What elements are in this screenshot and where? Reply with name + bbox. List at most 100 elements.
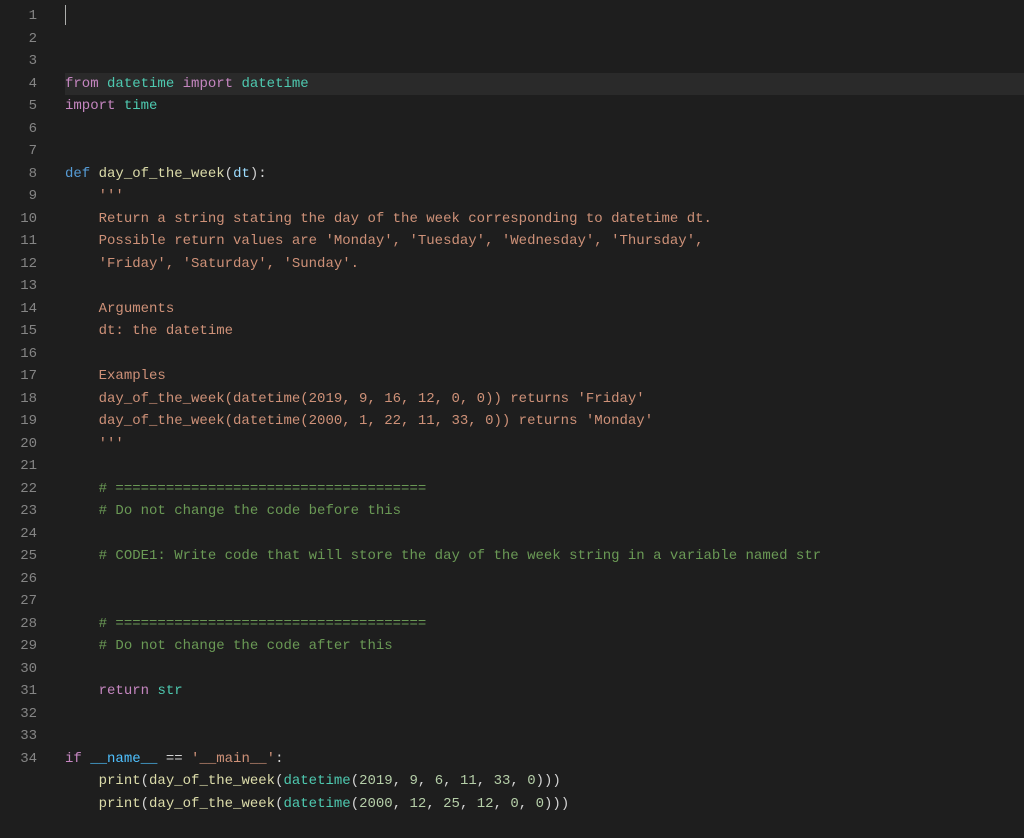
token-str: Possible return values are 'Monday', 'Tu… [99,233,704,249]
code-line[interactable] [65,590,1024,613]
code-line[interactable]: dt: the datetime [65,320,1024,343]
code-area[interactable]: from datetime import datetimeimport time… [55,0,1024,803]
token-punct: , [443,773,460,789]
scroll-thumb[interactable] [1010,0,1024,803]
code-line[interactable]: Possible return values are 'Monday', 'Tu… [65,230,1024,253]
line-number: 12 [0,253,37,276]
token-builtin: datetime [283,773,350,789]
line-number: 21 [0,455,37,478]
code-line[interactable]: Examples [65,365,1024,388]
code-line[interactable]: # CODE1: Write code that will store the … [65,545,1024,568]
token-punct: , [393,796,410,812]
token-op [65,436,99,452]
token-cmt: # CODE1: Write code that will store the … [99,548,822,564]
token-num: 2019 [359,773,393,789]
token-str: day_of_the_week(datetime(2000, 1, 22, 11… [99,413,654,429]
token-op [65,256,99,272]
token-num: 6 [435,773,443,789]
token-num: 12 [477,796,494,812]
token-num: 25 [443,796,460,812]
code-line[interactable]: # ===================================== [65,478,1024,501]
code-line[interactable] [65,140,1024,163]
token-punct: ( [351,796,359,812]
code-line[interactable]: ''' [65,433,1024,456]
token-op [65,391,99,407]
code-line[interactable] [65,275,1024,298]
code-line[interactable] [65,658,1024,681]
code-line[interactable]: import time [65,95,1024,118]
code-line[interactable] [65,118,1024,141]
code-line[interactable]: # Do not change the code after this [65,635,1024,658]
code-line[interactable]: return str [65,680,1024,703]
code-line[interactable]: if __name__ == '__main__': [65,748,1024,771]
token-str: Examples [99,368,166,384]
code-line[interactable]: ''' [65,185,1024,208]
token-op [65,368,99,384]
vertical-scrollbar[interactable] [1010,0,1024,803]
token-num: 2000 [359,796,393,812]
code-line[interactable] [65,568,1024,591]
line-number: 10 [0,208,37,231]
line-number: 14 [0,298,37,321]
code-line[interactable] [65,725,1024,748]
code-line[interactable]: print(day_of_the_week(datetime(2000, 12,… [65,793,1024,816]
code-line[interactable]: day_of_the_week(datetime(2019, 9, 16, 12… [65,388,1024,411]
token-punct: , [426,796,443,812]
code-line[interactable] [65,523,1024,546]
token-punct: : [275,751,283,767]
token-str: day_of_the_week(datetime(2019, 9, 16, 12… [99,391,645,407]
token-op [65,616,99,632]
token-num: 33 [494,773,511,789]
line-number: 26 [0,568,37,591]
token-cmt: # Do not change the code after this [99,638,393,654]
line-number: 22 [0,478,37,501]
line-number: 32 [0,703,37,726]
token-kw: import [183,76,233,92]
code-line[interactable] [65,703,1024,726]
code-line[interactable] [65,815,1024,838]
token-punct: ( [225,166,233,182]
token-fn: day_of_the_week [99,166,225,182]
line-number: 15 [0,320,37,343]
token-punct: , [519,796,536,812]
code-line[interactable]: # ===================================== [65,613,1024,636]
code-line[interactable]: 'Friday', 'Saturday', 'Sunday'. [65,253,1024,276]
token-punct: ))) [536,773,561,789]
line-number: 9 [0,185,37,208]
code-line[interactable]: Return a string stating the day of the w… [65,208,1024,231]
token-punct: ( [351,773,359,789]
code-line[interactable]: day_of_the_week(datetime(2000, 1, 22, 11… [65,410,1024,433]
line-number: 31 [0,680,37,703]
token-kw: import [65,98,115,114]
token-fn: day_of_the_week [149,773,275,789]
line-number: 5 [0,95,37,118]
token-fn: print [99,796,141,812]
token-punct: , [460,796,477,812]
line-number: 6 [0,118,37,141]
line-number: 33 [0,725,37,748]
token-op [65,683,99,699]
token-op [65,233,99,249]
code-line[interactable]: # Do not change the code before this [65,500,1024,523]
line-number: 34 [0,748,37,771]
token-punct: ( [141,796,149,812]
code-line[interactable]: Arguments [65,298,1024,321]
token-str: Return a string stating the day of the w… [99,211,712,227]
code-line[interactable]: def day_of_the_week(dt): [65,163,1024,186]
line-number: 17 [0,365,37,388]
line-number: 28 [0,613,37,636]
line-number: 20 [0,433,37,456]
token-punct: ))) [544,796,569,812]
token-op [65,773,99,789]
token-cmt: # ===================================== [99,481,427,497]
line-number: 23 [0,500,37,523]
token-def: def [65,166,90,182]
token-str: '__main__' [191,751,275,767]
code-line[interactable] [65,455,1024,478]
token-str: dt: the datetime [99,323,233,339]
token-punct: ( [141,773,149,789]
code-line[interactable]: print(day_of_the_week(datetime(2019, 9, … [65,770,1024,793]
code-line[interactable] [65,343,1024,366]
code-editor[interactable]: 1234567891011121314151617181920212223242… [0,0,1024,803]
code-line[interactable]: from datetime import datetime [65,73,1024,96]
